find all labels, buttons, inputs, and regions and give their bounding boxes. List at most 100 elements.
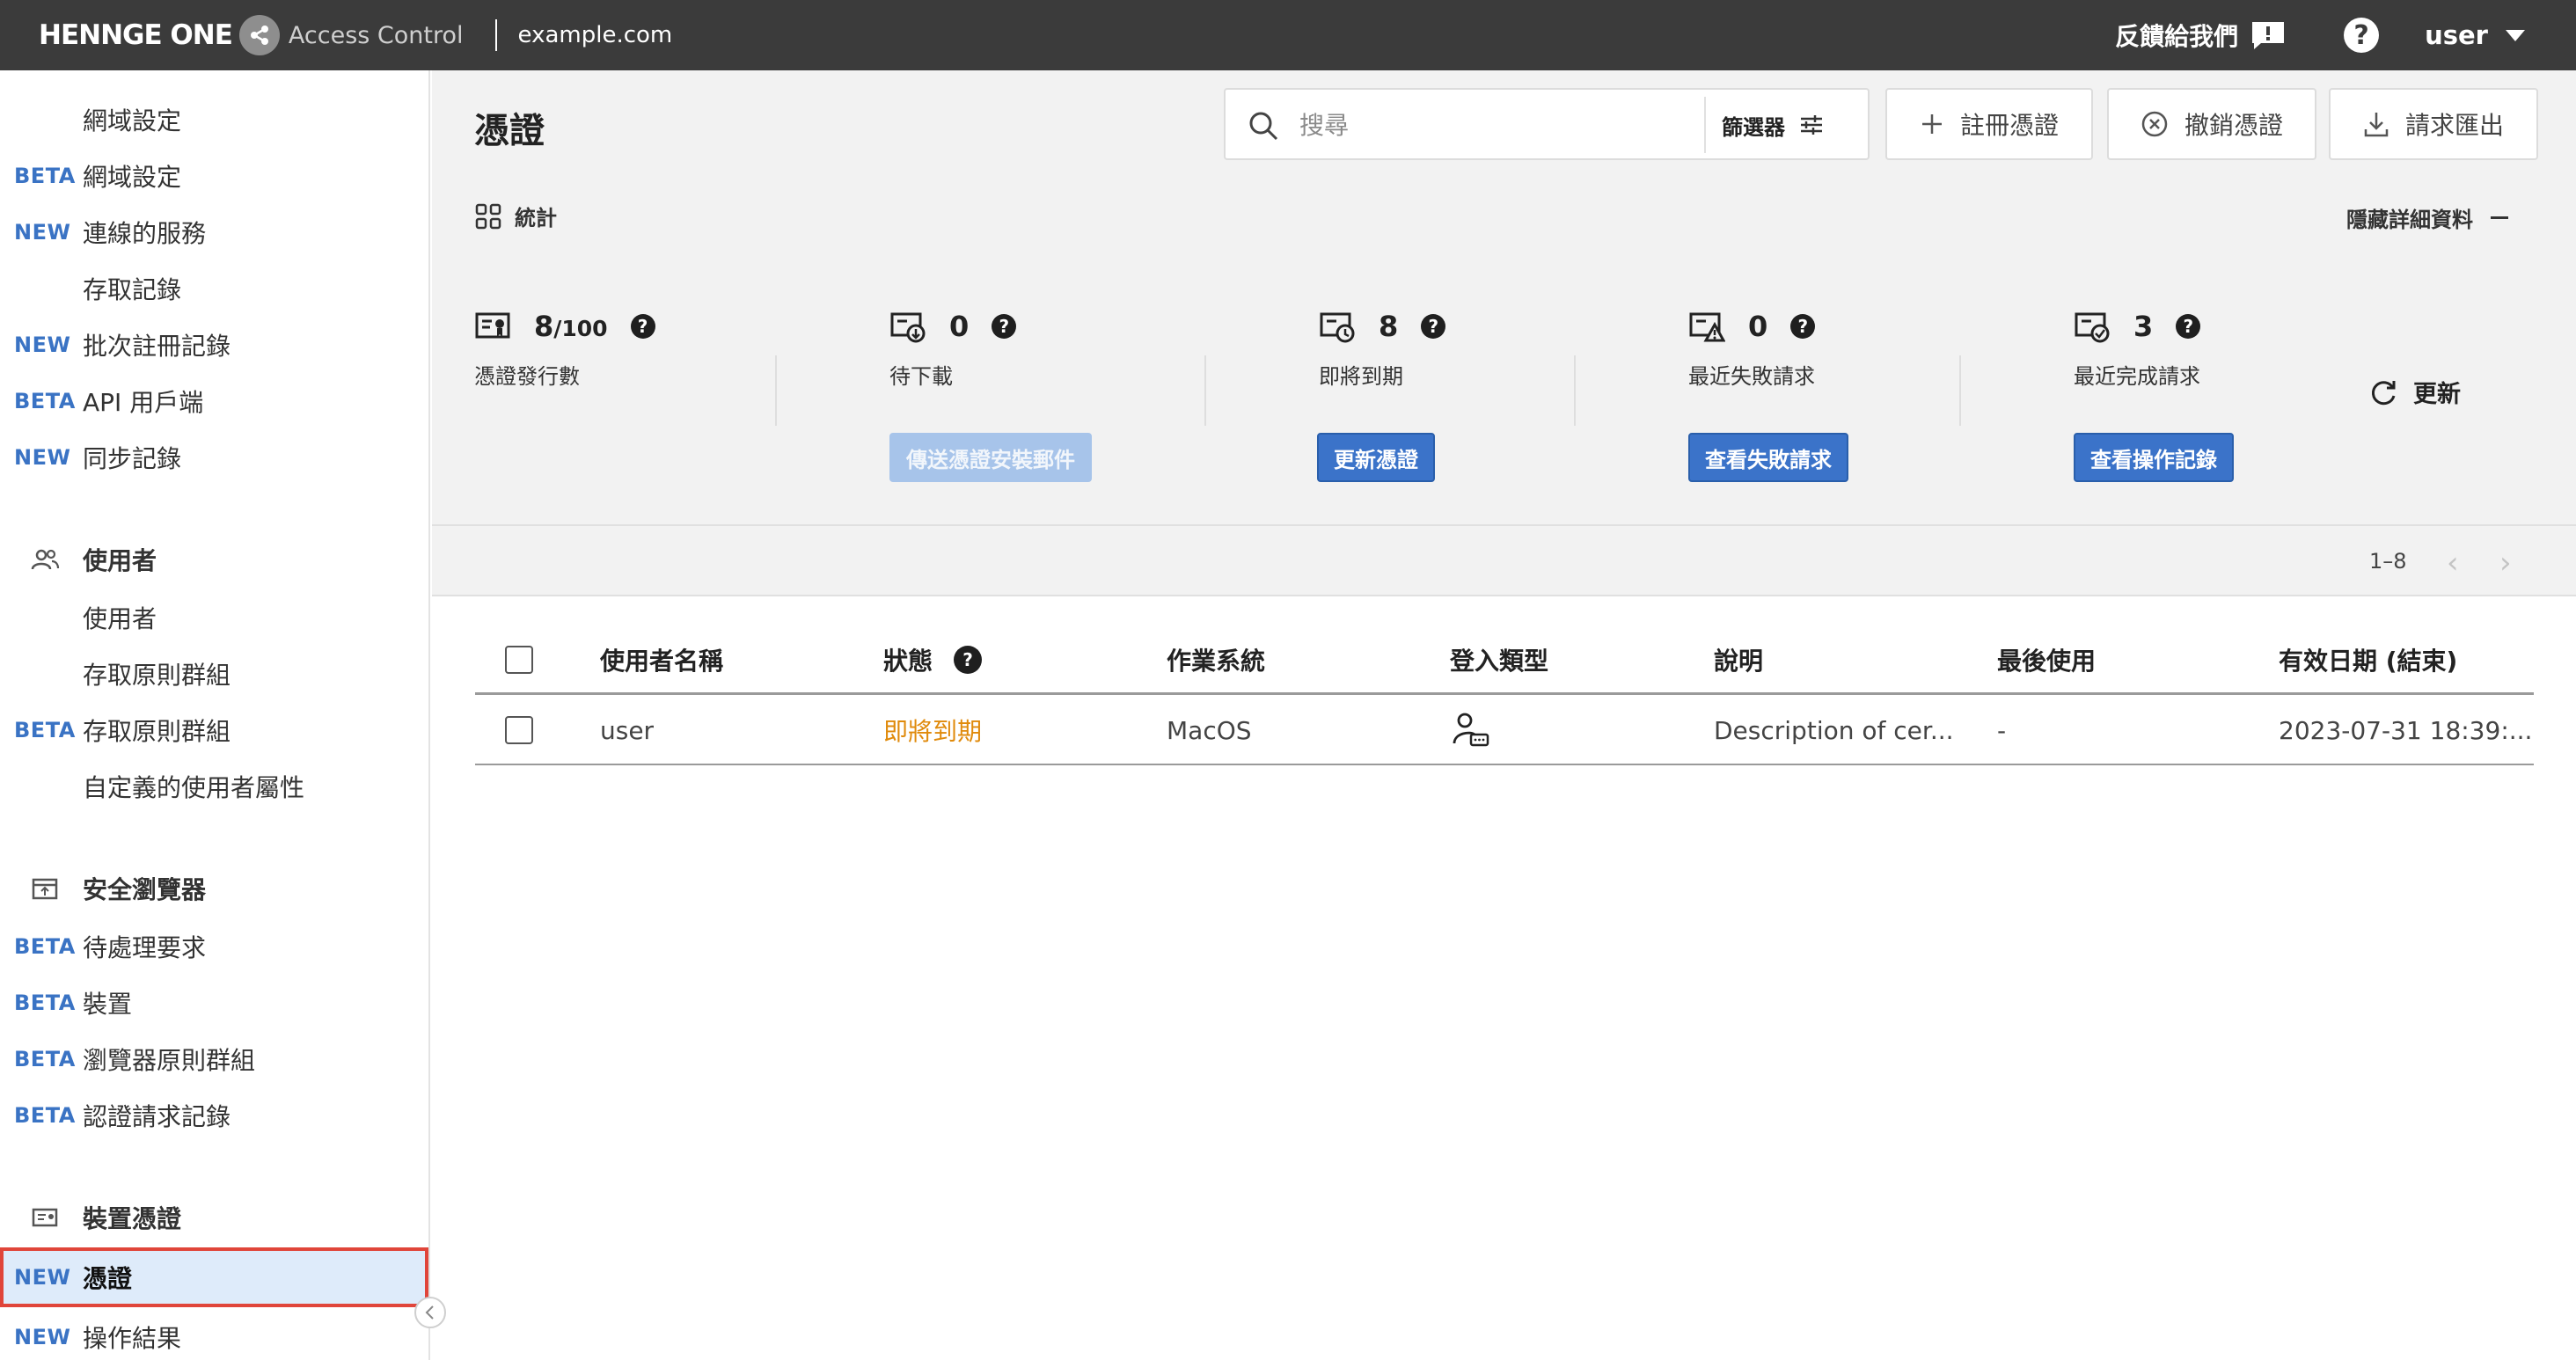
sidebar-item-access-logs[interactable]: 存取記錄 — [0, 260, 428, 317]
sidebar-item-label: 操作結果 — [83, 1324, 182, 1353]
stat-issued-certificates: 8/100 ? 憑證發行數 — [474, 306, 655, 390]
sidebar[interactable]: 網域設定 BETA 網域設定 NEW 連線的服務 存取記錄 NEW 批次註冊記錄… — [0, 70, 430, 1360]
column-header-os[interactable]: 作業系統 — [1167, 625, 1265, 695]
hide-details-label: 隱藏詳細資料 — [2346, 208, 2473, 232]
user-menu[interactable]: user — [2425, 20, 2488, 50]
help-icon[interactable]: ? — [992, 314, 1017, 339]
chevron-left-icon[interactable]: ‹ — [2447, 545, 2459, 581]
sidebar-item-label: 批次註冊記錄 — [83, 332, 231, 361]
select-all-checkbox[interactable] — [505, 646, 533, 674]
stat-label: 最近完成請求 — [2074, 364, 2200, 389]
sidebar-item-batch-logs[interactable]: NEW 批次註冊記錄 — [0, 317, 428, 373]
column-header-username[interactable]: 使用者名稱 — [600, 625, 723, 695]
stats-heading: 統計 — [474, 201, 557, 231]
feedback-link[interactable]: 反饋給我們 — [2115, 18, 2238, 53]
cell-last-used: - — [1997, 715, 2007, 745]
certificate-icon — [32, 1208, 58, 1227]
brand-name: HENNGE ONE — [39, 19, 233, 51]
sidebar-group-users[interactable]: 使用者 — [0, 531, 428, 588]
search-input[interactable] — [1299, 104, 1687, 146]
cell-login-type — [1452, 695, 1490, 765]
completed-request-icon — [2075, 312, 2110, 343]
view-operation-logs-button[interactable]: 查看操作記錄 — [2074, 433, 2234, 482]
help-icon[interactable]: ? — [2344, 18, 2380, 53]
column-header-label: 狀態 — [883, 647, 933, 676]
grid-icon — [475, 203, 501, 229]
nav-badge: NEW — [14, 1265, 71, 1290]
table-header: 使用者名稱 狀態 ? 作業系統 登入類型 說明 最後使用 有效日期 (結束) — [475, 625, 2534, 695]
sidebar-item-operation-results[interactable]: NEW 操作結果 — [0, 1309, 428, 1360]
view-failed-requests-button[interactable]: 查看失敗請求 — [1688, 433, 1848, 482]
help-icon[interactable]: ? — [630, 314, 655, 339]
refresh-label: 更新 — [2413, 381, 2461, 408]
sidebar-item-sync-logs[interactable]: NEW 同步記錄 — [0, 429, 428, 486]
sidebar-group-device-certificates[interactable]: 裝置憑證 — [0, 1189, 428, 1246]
sidebar-item-label: 連線的服務 — [83, 219, 207, 248]
sidebar-item-auth-request-logs[interactable]: BETA 認證請求記錄 — [0, 1087, 428, 1144]
help-icon[interactable]: ? — [954, 646, 983, 674]
column-header-description[interactable]: 說明 — [1714, 625, 1763, 695]
divider — [1959, 355, 1961, 426]
failed-request-icon — [1689, 312, 1725, 342]
sidebar-item-label: 網域設定 — [83, 163, 182, 192]
chevron-down-icon[interactable] — [2506, 29, 2525, 41]
stat-value: 3 — [2133, 310, 2154, 343]
sidebar-item-domain-settings[interactable]: 網域設定 — [0, 91, 428, 148]
request-export-button[interactable]: 請求匯出 — [2329, 88, 2538, 160]
nav-badge: BETA — [14, 991, 76, 1015]
column-header-status[interactable]: 狀態 ? — [883, 625, 983, 695]
sidebar-item-users[interactable]: 使用者 — [0, 589, 428, 646]
sidebar-item-label: 憑證 — [83, 1264, 133, 1293]
chevron-right-icon[interactable]: › — [2499, 545, 2512, 581]
nav-badge: NEW — [14, 445, 71, 470]
brand-divider — [494, 19, 497, 51]
search-box[interactable]: 篩選器 — [1224, 88, 1870, 160]
browser-icon — [32, 878, 58, 900]
brand[interactable]: HENNGE ONE Access Control example.com — [39, 12, 672, 58]
sidebar-item-pending-requests[interactable]: BETA 待處理要求 — [0, 918, 428, 975]
sidebar-item-access-policy-groups-beta[interactable]: BETA 存取原則群組 — [0, 702, 428, 758]
sidebar-item-domain-settings-beta[interactable]: BETA 網域設定 — [0, 148, 428, 204]
collapse-sidebar-button[interactable] — [414, 1297, 446, 1328]
user-login-icon — [1453, 713, 1489, 747]
column-header-expiration[interactable]: 有效日期 (結束) — [2279, 625, 2457, 695]
stat-pending-download: 0 ? 待下載 — [889, 306, 1017, 390]
nav-badge: BETA — [14, 1103, 76, 1128]
refresh-button[interactable]: 更新 — [2367, 375, 2461, 409]
sidebar-item-label: 同步記錄 — [83, 444, 182, 473]
sidebar-item-browser-policy-groups[interactable]: BETA 瀏覽器原則群組 — [0, 1031, 428, 1087]
help-icon[interactable]: ? — [2176, 314, 2201, 339]
sidebar-item-certificates[interactable]: NEW 憑證 — [0, 1247, 428, 1307]
register-certificate-button[interactable]: 註冊憑證 — [1885, 88, 2093, 160]
sidebar-item-connected-services[interactable]: NEW 連線的服務 — [0, 204, 428, 260]
help-icon[interactable]: ? — [1790, 314, 1816, 339]
pagination-range: 1–8 — [2369, 549, 2407, 574]
hide-details-toggle[interactable]: 隱藏詳細資料 — [2346, 202, 2508, 233]
sidebar-item-custom-attributes[interactable]: 自定義的使用者屬性 — [0, 758, 428, 815]
nav-badge: BETA — [14, 718, 76, 742]
revoke-certificate-button[interactable]: 撤銷憑證 — [2107, 88, 2316, 160]
sidebar-group-secure-browser[interactable]: 安全瀏覽器 — [0, 860, 428, 917]
column-header-last-used[interactable]: 最後使用 — [1997, 625, 2096, 695]
stat-value: 8/100 — [534, 310, 608, 343]
cell-description: Description of cer... — [1714, 715, 1954, 745]
row-checkbox[interactable] — [505, 716, 533, 744]
search-icon — [1249, 112, 1278, 141]
sidebar-item-access-policy-groups[interactable]: 存取原則群組 — [0, 646, 428, 702]
sidebar-item-api-clients[interactable]: BETA API 用戶端 — [0, 373, 428, 429]
divider — [775, 355, 777, 426]
plus-icon — [1921, 114, 1942, 134]
sidebar-item-label: API 用戶端 — [83, 388, 204, 417]
renew-certificate-button[interactable]: 更新憑證 — [1317, 433, 1435, 482]
stats-title: 統計 — [515, 206, 557, 230]
filter-button[interactable]: 篩選器 — [1722, 99, 1824, 151]
feedback-icon[interactable] — [2250, 20, 2286, 50]
send-install-email-button[interactable]: 傳送憑證安裝郵件 — [889, 433, 1092, 482]
help-icon[interactable]: ? — [1421, 314, 1446, 339]
sidebar-item-devices[interactable]: BETA 裝置 — [0, 975, 428, 1031]
table-row[interactable]: user 即將到期 MacOS Description of cer... - … — [475, 695, 2534, 765]
cell-expiration: 2023-07-31 18:39:... — [2279, 715, 2533, 745]
row-select-cell — [505, 695, 533, 765]
request-export-label: 請求匯出 — [2404, 111, 2504, 140]
column-header-login-type[interactable]: 登入類型 — [1450, 625, 1548, 695]
